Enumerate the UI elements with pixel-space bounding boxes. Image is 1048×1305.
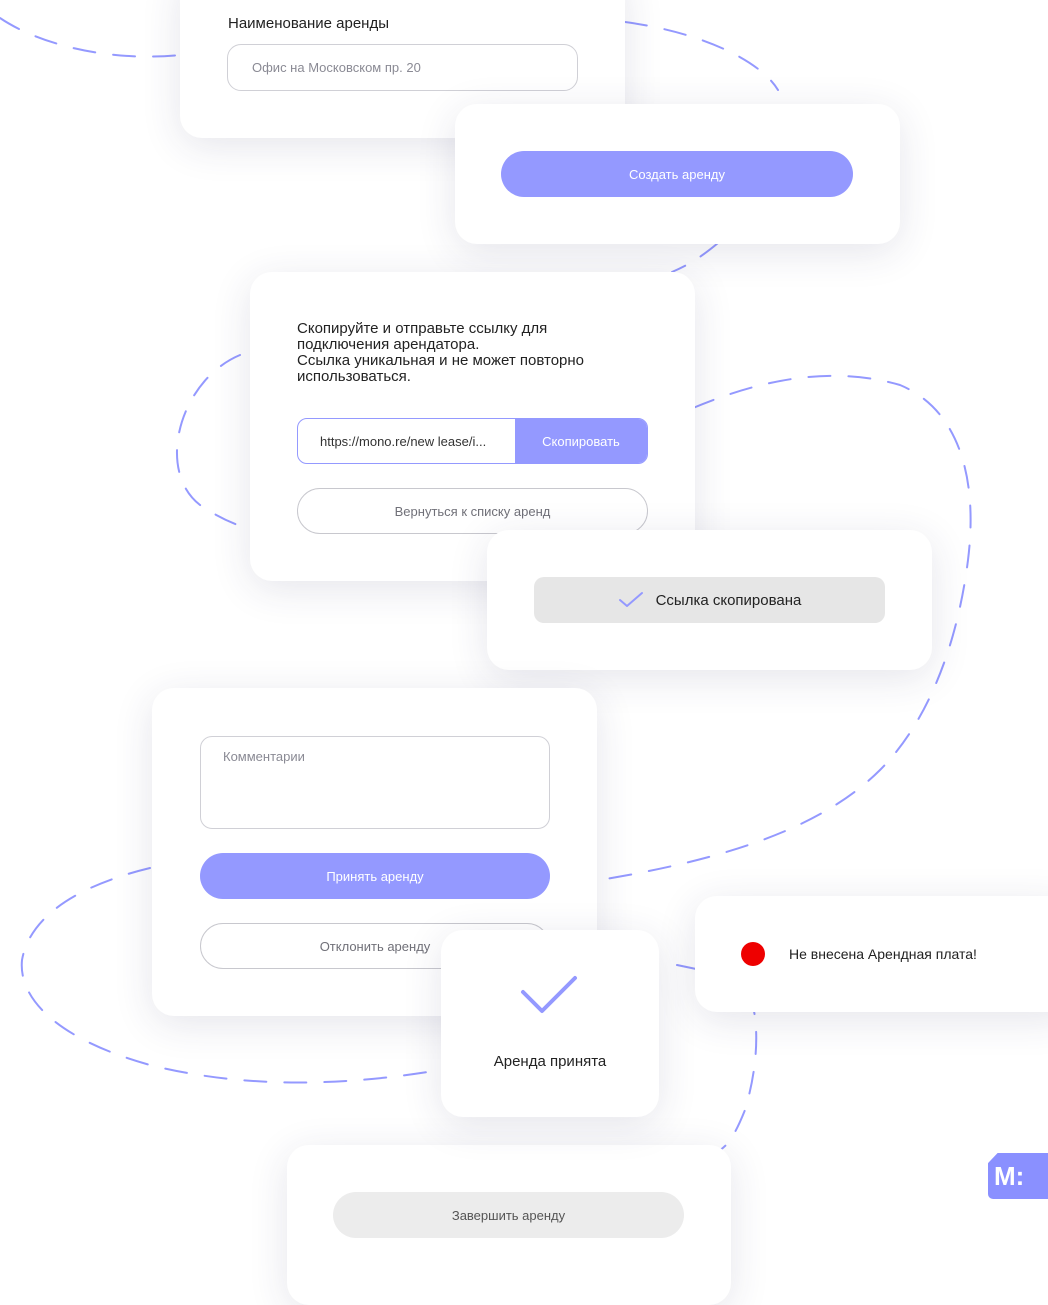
rent-alert-text: Не внесена Арендная плата! (789, 946, 977, 962)
link-copied-card: Ссылка скопирована (487, 530, 932, 670)
logo-icon: M: (988, 1153, 1048, 1199)
create-lease-button[interactable]: Создать аренду (501, 151, 853, 197)
finish-lease-card: Завершить аренду (287, 1145, 731, 1305)
red-dot-icon (741, 942, 765, 966)
link-copied-toast: Ссылка скопирована (534, 577, 885, 623)
invite-link-value[interactable]: https://mono.re/new lease/i... (298, 419, 515, 463)
check-icon (618, 592, 643, 607)
invite-link-field: https://mono.re/new lease/i... Скопирова… (297, 418, 648, 464)
lease-accepted-card: Аренда принята (441, 930, 659, 1117)
check-icon (521, 976, 577, 1013)
link-copied-text: Ссылка скопирована (655, 591, 802, 609)
lease-accepted-text: Аренда принята (493, 1053, 607, 1070)
create-lease-card: Создать аренду (455, 104, 900, 244)
finish-lease-button[interactable]: Завершить аренду (333, 1192, 684, 1238)
rent-alert-card: Не внесена Арендная плата! (695, 896, 1048, 1012)
accept-lease-button[interactable]: Принять аренду (200, 853, 550, 899)
invite-instructions: Скопируйте и отправьте ссылку для подклю… (297, 320, 585, 385)
comments-input[interactable]: Комментарии (200, 736, 550, 829)
back-to-leases-button[interactable]: Вернуться к списку аренд (297, 488, 648, 534)
copy-link-button[interactable]: Скопировать (515, 419, 647, 463)
lease-name-input[interactable]: Офис на Московском пр. 20 (227, 44, 578, 91)
lease-name-label: Наименование аренды (228, 15, 389, 32)
